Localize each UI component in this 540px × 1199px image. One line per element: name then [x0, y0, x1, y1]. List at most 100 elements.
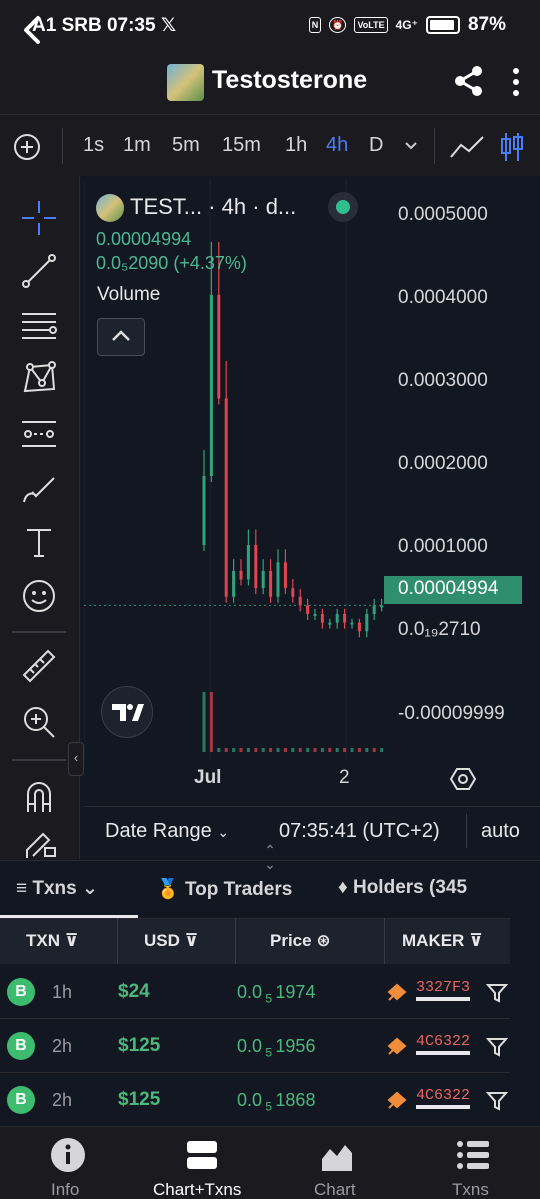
signal-icon: 4G⁺ [395, 18, 418, 32]
pattern-icon[interactable] [18, 357, 60, 399]
current-price-tag: 0.00004994 [384, 576, 522, 604]
maker-address[interactable]: 4C6322 [416, 1087, 471, 1109]
crosshair-icon[interactable] [18, 197, 60, 239]
tab-holders[interactable]: ♦ Holders (345 [338, 877, 467, 899]
volte-icon: VoLTE [354, 17, 388, 33]
fib-lines-icon[interactable] [18, 305, 60, 347]
candle [283, 562, 287, 589]
trend-line-icon[interactable] [18, 250, 60, 292]
chart-settings-icon[interactable] [449, 766, 477, 792]
info-icon[interactable] [50, 1137, 86, 1173]
toolbar-collapse-handle[interactable]: ‹ [68, 742, 84, 776]
volume-bar [217, 748, 221, 752]
candle [209, 294, 213, 476]
txn-usd: $125 [118, 1035, 161, 1056]
candle [202, 476, 206, 545]
nav-chart[interactable]: Chart [314, 1180, 356, 1199]
ruler-icon[interactable] [18, 645, 60, 687]
emoji-icon[interactable] [18, 575, 60, 617]
date-range-button[interactable]: Date Range ⌄ [105, 820, 229, 843]
area-chart-icon[interactable] [321, 1139, 353, 1171]
divider [466, 814, 467, 848]
plus-circle-icon[interactable] [13, 133, 41, 161]
col-price[interactable]: Price ⊛ [270, 931, 331, 951]
volume-bar [202, 692, 206, 752]
share-icon[interactable] [452, 64, 486, 98]
nav-txns[interactable]: Txns [452, 1180, 489, 1199]
buy-badge: B [7, 1086, 35, 1114]
chart-clock[interactable]: 07:35:41 (UTC+2) [279, 820, 440, 843]
candle [276, 562, 280, 597]
filter-icon: ⊽ [64, 931, 79, 950]
divider [235, 918, 236, 964]
volume-bar [343, 748, 347, 752]
tradingview-logo[interactable] [101, 686, 153, 738]
interval-d[interactable]: D [369, 134, 383, 157]
maker-icon [387, 1037, 407, 1055]
legend-price: 0.00004994 [96, 229, 192, 249]
interval-4h[interactable]: 4h [326, 134, 348, 157]
chevron-down-icon[interactable] [403, 138, 419, 154]
volume-bar [246, 748, 250, 752]
text-tool-icon[interactable] [18, 522, 60, 564]
candle [254, 545, 258, 589]
resize-handle-icon[interactable]: ⌃ ⌄ [262, 843, 278, 877]
divider [384, 918, 385, 964]
nfc-icon: N [308, 17, 322, 33]
col-usd[interactable]: USD ⊽ [144, 931, 198, 951]
interval-1s[interactable]: 1s [83, 134, 104, 157]
list-icon[interactable] [456, 1140, 490, 1170]
filter-icon[interactable] [486, 983, 508, 1003]
candle [365, 614, 369, 632]
filter-icon[interactable] [486, 1037, 508, 1057]
collapse-legend-button[interactable] [97, 318, 145, 356]
volume-bar [209, 692, 213, 752]
col-txn[interactable]: TXN ⊽ [26, 931, 79, 951]
y-axis-label: 0.0005000 [398, 204, 488, 225]
candle [224, 398, 228, 597]
filter-icon[interactable] [486, 1091, 508, 1111]
zoom-in-icon[interactable] [18, 701, 60, 743]
interval-1h[interactable]: 1h [285, 134, 307, 157]
candle [313, 614, 317, 616]
interval-5m[interactable]: 5m [172, 134, 200, 157]
chart-txns-icon[interactable] [186, 1139, 218, 1171]
volume-bar [313, 748, 317, 752]
lock-drawings-icon[interactable] [18, 828, 60, 858]
y-axis-label: 0.0003000 [398, 370, 488, 391]
back-arrow-icon[interactable] [18, 12, 48, 48]
col-maker[interactable]: MAKER ⊽ [402, 931, 483, 951]
auto-scale-button[interactable]: auto [481, 820, 520, 843]
volume-bar [261, 748, 265, 752]
tab-top-traders[interactable]: 🏅 Top Traders [156, 877, 292, 901]
status-right: N ⏰ VoLTE 4G⁺ 87% [308, 14, 506, 36]
live-status-dot[interactable] [328, 192, 358, 222]
nav-info[interactable]: Info [51, 1180, 79, 1199]
txn-usd: $125 [118, 1089, 161, 1110]
volume-bar [239, 748, 243, 752]
x-axis-label: 2 [339, 767, 350, 788]
col-price-label: Price [270, 931, 312, 950]
candle [298, 596, 302, 606]
projection-icon[interactable] [18, 413, 60, 455]
more-vertical-icon[interactable] [506, 66, 526, 98]
divider [62, 128, 63, 164]
maker-address[interactable]: 3327F3 [416, 979, 471, 1001]
tab-txns[interactable]: ≡ Txns ⌄ [16, 877, 98, 900]
maker-address[interactable]: 4C6322 [416, 1033, 471, 1055]
interval-15m[interactable]: 15m [222, 134, 261, 157]
y-axis-label: 0.0₁₉2710 [398, 619, 481, 640]
line-chart-icon[interactable] [449, 133, 485, 161]
txn-price: 0.0 5 1956 [237, 1036, 316, 1060]
candles-icon[interactable] [498, 131, 526, 163]
nav-chart-txns[interactable]: Chart+Txns [153, 1180, 241, 1199]
brush-icon[interactable] [18, 468, 60, 510]
volume-bar [276, 748, 280, 752]
volume-bar [283, 748, 287, 752]
status-left: A1 SRB 07:35 𝕏 [32, 15, 177, 36]
volume-bar [357, 748, 361, 752]
legend-token-logo [96, 194, 124, 222]
x-icon: 𝕏 [160, 15, 177, 36]
interval-1m[interactable]: 1m [123, 134, 151, 157]
magnet-icon[interactable] [18, 775, 60, 817]
